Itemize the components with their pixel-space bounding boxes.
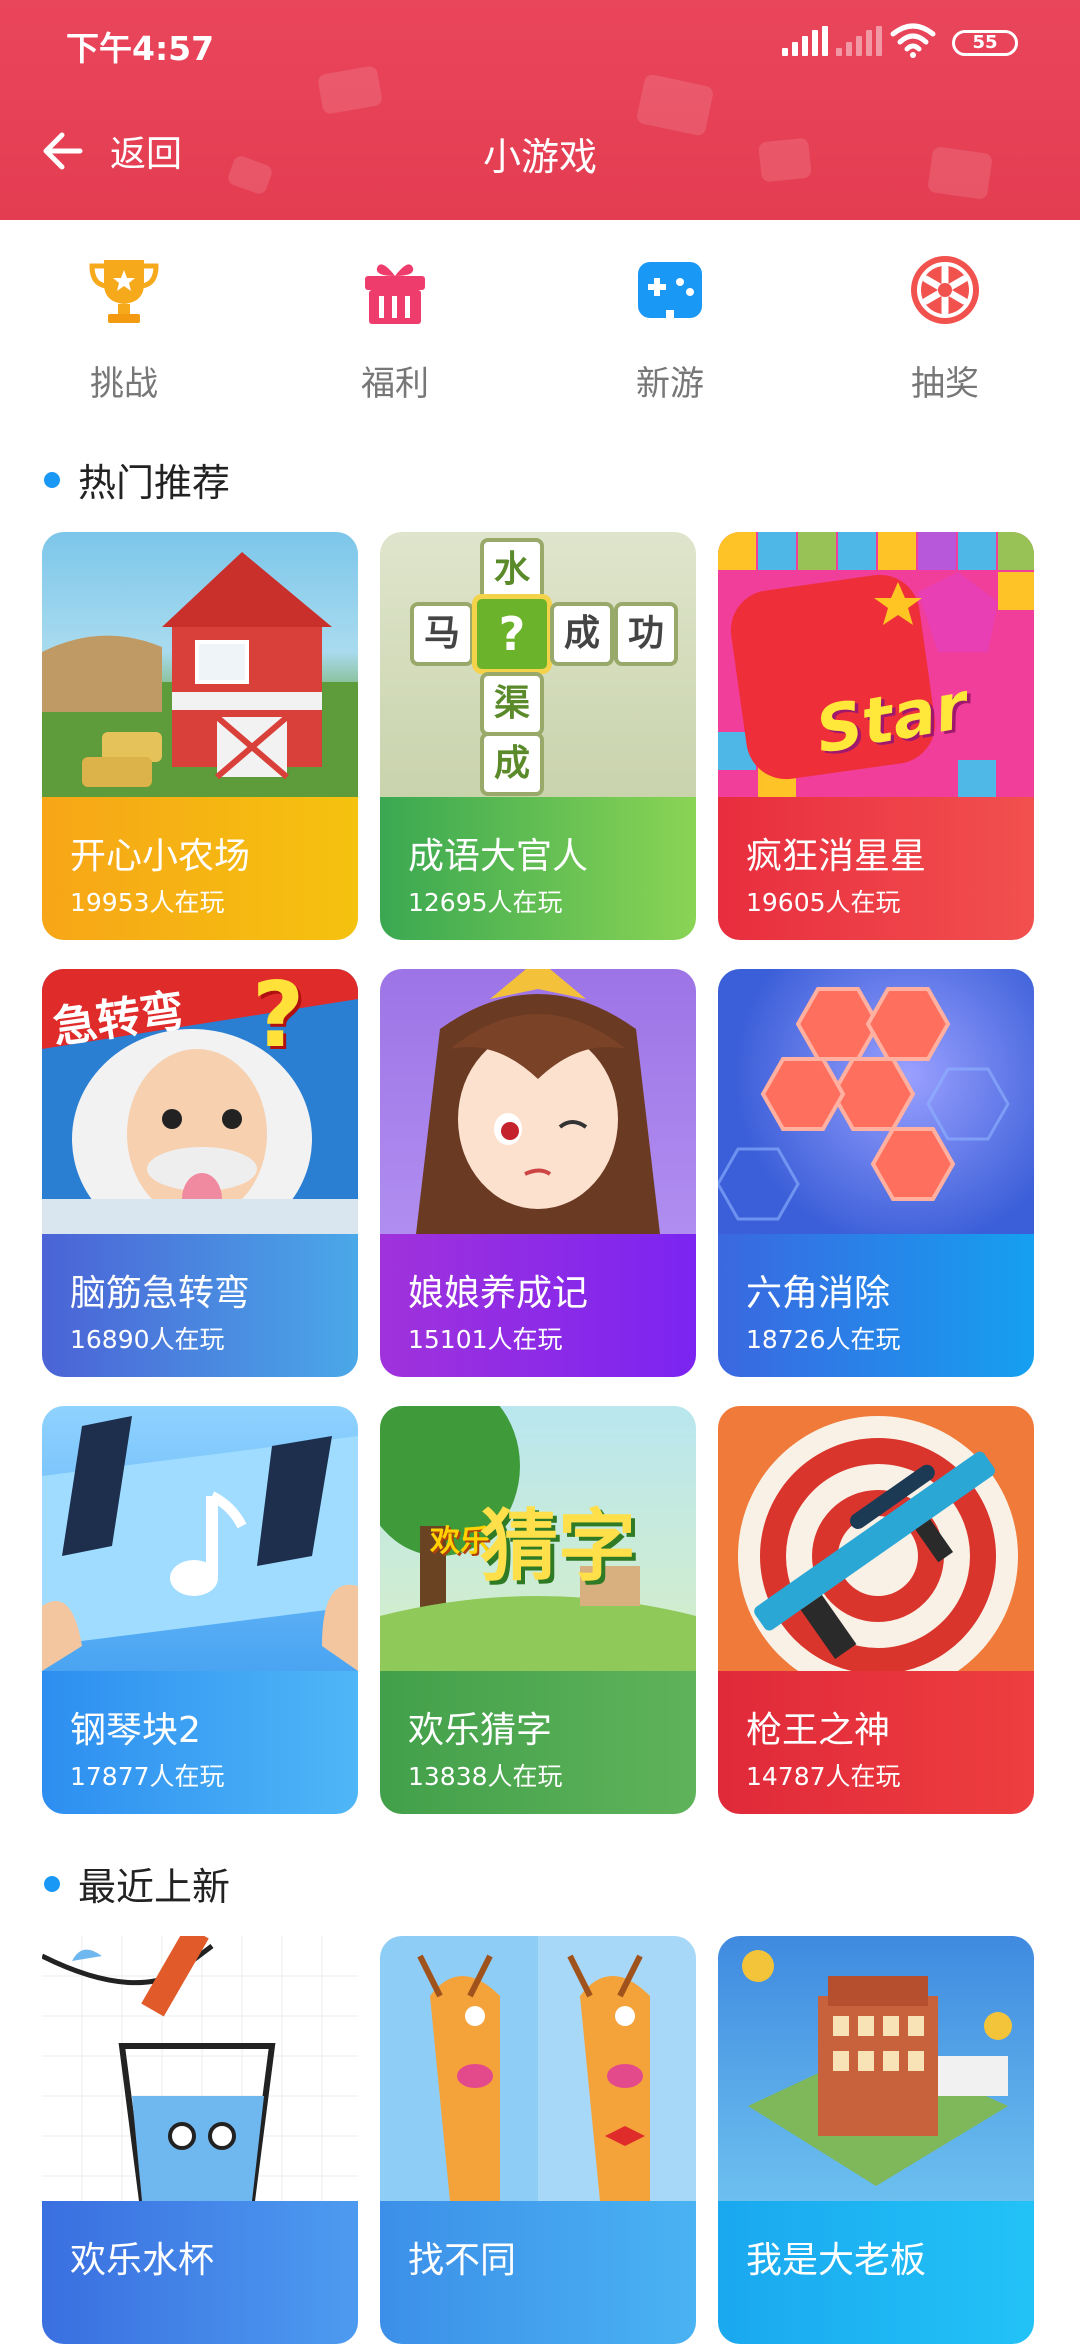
card-info: 欢乐猜字 13838人在玩 xyxy=(380,1671,696,1814)
game-art-hexagon xyxy=(718,969,1034,1234)
card-info: 娘娘养成记 15101人在玩 xyxy=(380,1234,696,1377)
game-players: 16890人在玩 xyxy=(70,1325,225,1354)
status-time: 下午4:57 xyxy=(66,29,215,68)
section-title-text: 热门推荐 xyxy=(78,461,231,505)
game-card-farm[interactable]: 开心小农场 19953人在玩 xyxy=(42,532,358,940)
game-name: 六角消除 xyxy=(746,1273,891,1314)
game-name: 找不同 xyxy=(408,2240,517,2281)
game-name: 枪王之神 xyxy=(746,1710,891,1751)
game-name: 脑筋急转弯 xyxy=(70,1273,251,1314)
game-art-star: Star xyxy=(718,532,1034,797)
game-card-spot-diff[interactable]: 找不同 xyxy=(380,1936,696,2344)
category-row: 挑战 福利 新游 抽奖 xyxy=(0,250,1080,420)
signal-icon xyxy=(782,26,828,56)
section-title-text: 最近上新 xyxy=(78,1865,231,1909)
game-art-empress xyxy=(380,969,696,1234)
category-label: 新游 xyxy=(636,364,704,404)
card-info: 枪王之神 14787人在玩 xyxy=(718,1671,1034,1814)
game-card-guess-word[interactable]: 欢乐 猜字 欢乐猜字 13838人在玩 xyxy=(380,1406,696,1814)
game-art-piano xyxy=(42,1406,358,1671)
game-card-star[interactable]: Star 疯狂消星星 19605人在玩 xyxy=(718,532,1034,940)
card-info: 疯狂消星星 19605人在玩 xyxy=(718,797,1034,940)
game-art-sniper xyxy=(718,1406,1034,1671)
game-name: 欢乐水杯 xyxy=(70,2240,215,2281)
game-art-farm xyxy=(42,532,358,797)
game-name: 钢琴块2 xyxy=(70,1710,201,1751)
game-players: 17877人在玩 xyxy=(70,1762,225,1791)
game-players: 14787人在玩 xyxy=(746,1762,901,1791)
wheel-icon xyxy=(911,256,979,324)
section-dot xyxy=(44,1875,60,1892)
game-card-tycoon[interactable]: 我是大老板 xyxy=(718,1936,1034,2344)
game-players: 15101人在玩 xyxy=(408,1325,563,1354)
category-label: 抽奖 xyxy=(911,364,979,404)
card-info: 六角消除 18726人在玩 xyxy=(718,1234,1034,1377)
category-welfare[interactable]: 福利 xyxy=(315,250,475,405)
category-label: 福利 xyxy=(361,364,429,404)
game-card-piano[interactable]: 钢琴块2 17877人在玩 xyxy=(42,1406,358,1814)
signal-secondary-icon xyxy=(836,26,882,56)
section-dot xyxy=(44,471,60,488)
game-card-hexagon[interactable]: 六角消除 18726人在玩 xyxy=(718,969,1034,1377)
game-card-empress[interactable]: 娘娘养成记 15101人在玩 xyxy=(380,969,696,1377)
game-name: 开心小农场 xyxy=(70,836,251,877)
game-art-tycoon xyxy=(718,1936,1034,2201)
game-art-idiom: 水 马 ? 成 功 渠 成 xyxy=(380,532,696,797)
page-title: 小游戏 xyxy=(482,135,597,179)
category-lottery[interactable]: 抽奖 xyxy=(865,250,1025,405)
category-label: 挑战 xyxy=(90,364,158,404)
card-info: 开心小农场 19953人在玩 xyxy=(42,797,358,940)
game-art-spot-diff xyxy=(380,1936,696,2201)
game-card-idiom[interactable]: 水 马 ? 成 功 渠 成 成语大官人 12695人在玩 xyxy=(380,532,696,940)
wifi-icon xyxy=(890,23,936,58)
nav-bar: 返回 小游戏 xyxy=(0,82,1080,220)
game-name: 欢乐猜字 xyxy=(408,1710,553,1751)
trophy-icon xyxy=(89,260,159,323)
card-info: 欢乐水杯 xyxy=(42,2201,358,2344)
card-info: 成语大官人 12695人在玩 xyxy=(380,797,696,940)
status-bar: 下午4:57 55 xyxy=(0,0,1080,82)
game-name: 疯狂消星星 xyxy=(746,836,927,877)
category-challenge[interactable]: 挑战 xyxy=(44,250,204,405)
game-players: 13838人在玩 xyxy=(408,1762,563,1791)
card-info: 脑筋急转弯 16890人在玩 xyxy=(42,1234,358,1377)
game-art-water-cup xyxy=(42,1936,358,2201)
game-players: 12695人在玩 xyxy=(408,888,563,917)
gift-icon xyxy=(365,264,425,324)
game-players: 19953人在玩 xyxy=(70,888,225,917)
battery-icon: 55 xyxy=(952,30,1018,56)
game-art-riddle: 急转弯 ? xyxy=(42,969,358,1234)
gamepad-icon xyxy=(638,262,702,318)
card-info: 找不同 xyxy=(380,2201,696,2344)
game-name: 成语大官人 xyxy=(408,836,589,877)
card-info: 钢琴块2 17877人在玩 xyxy=(42,1671,358,1814)
section-title-hot: 热门推荐 xyxy=(44,452,230,507)
game-art-guess-word: 欢乐 猜字 xyxy=(380,1406,696,1671)
app-header: 下午4:57 55 返回 小游戏 xyxy=(0,0,1080,220)
section-title-recent: 最近上新 xyxy=(44,1856,230,1911)
game-card-riddle[interactable]: 急转弯 ? 脑筋急转弯 16890人在玩 xyxy=(42,969,358,1377)
game-players: 18726人在玩 xyxy=(746,1325,901,1354)
category-new-games[interactable]: 新游 xyxy=(590,250,750,405)
game-card-water-cup[interactable]: 欢乐水杯 xyxy=(42,1936,358,2344)
game-name: 我是大老板 xyxy=(746,2240,927,2281)
game-name: 娘娘养成记 xyxy=(408,1273,589,1314)
card-info: 我是大老板 xyxy=(718,2201,1034,2344)
game-card-sniper[interactable]: 枪王之神 14787人在玩 xyxy=(718,1406,1034,1814)
game-players: 19605人在玩 xyxy=(746,888,901,917)
